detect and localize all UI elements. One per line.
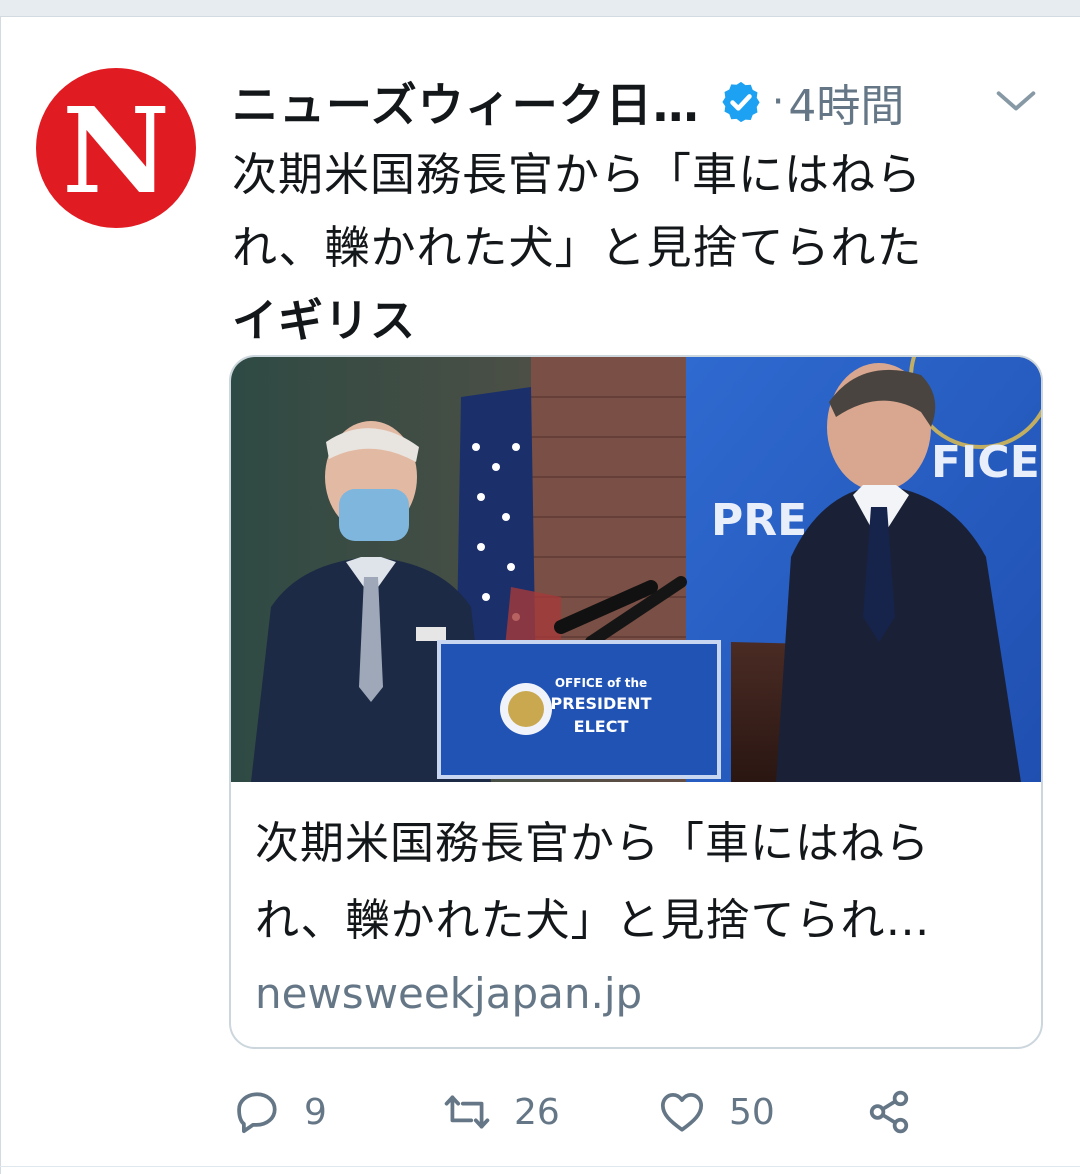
- verified-badge-icon: [722, 81, 760, 123]
- like-button[interactable]: 50: [657, 1080, 775, 1144]
- avatar-letter: N: [62, 81, 170, 220]
- like-icon: [660, 1093, 704, 1132]
- backdrop-text: FICE: [931, 437, 1040, 488]
- card-title-line: れ、轢かれた犬」と見捨てられ…: [255, 895, 931, 946]
- retweet-button[interactable]: 26: [442, 1080, 560, 1144]
- chevron-down-icon[interactable]: [990, 76, 1042, 128]
- reply-count: 9: [304, 1091, 327, 1133]
- podium-sign-text: ELECT: [574, 717, 629, 736]
- newsweek-logo: N: [62, 81, 170, 220]
- author-name[interactable]: ニューズウィーク日…: [232, 69, 700, 135]
- reply-icon: [237, 1092, 277, 1134]
- link-card[interactable]: FICE PRE OFFICE of the PRESIDENT ELECT 次…: [229, 355, 1043, 1049]
- card-title: 次期米国務長官から「車にはねら れ、轢かれた犬」と見捨てられ…: [255, 805, 1025, 959]
- podium-sign-text: OFFICE of the: [555, 676, 647, 690]
- retweet-icon: [444, 1095, 490, 1129]
- reply-button[interactable]: 9: [232, 1080, 327, 1144]
- card-domain: newsweekjapan.jp: [255, 969, 643, 1018]
- card-title-line: 次期米国務長官から「車にはねら: [255, 818, 930, 869]
- avatar[interactable]: N: [36, 68, 196, 228]
- tweet-actions: 9 26 50: [232, 1080, 1052, 1144]
- like-count: 50: [729, 1091, 775, 1133]
- tweet-text: 次期米国務長官から「車にはねら れ、轢かれた犬」と見捨てられた イギリス: [232, 138, 1022, 357]
- tweet-header: ニューズウィーク日… · 4時間: [232, 70, 1052, 134]
- tweet-bottom-divider: [0, 1166, 1080, 1167]
- share-icon: [869, 1090, 909, 1134]
- backdrop-text: PRE: [711, 495, 807, 546]
- timeline-divider: [0, 0, 1080, 17]
- tweet-text-line: イギリス: [232, 294, 417, 347]
- share-button[interactable]: [864, 1080, 914, 1144]
- podium-sign-text: PRESIDENT: [551, 694, 652, 713]
- tweet-text-line: 次期米国務長官から「車にはねら: [232, 148, 923, 201]
- separator: ·: [771, 79, 785, 125]
- tweet-text-line: れ、轢かれた犬」と見捨てられた: [232, 221, 923, 274]
- card-image: FICE PRE OFFICE of the PRESIDENT ELECT: [231, 357, 1041, 782]
- timestamp[interactable]: 4時間: [788, 70, 904, 134]
- timeline-border: [0, 17, 1, 1174]
- retweet-count: 26: [514, 1091, 560, 1133]
